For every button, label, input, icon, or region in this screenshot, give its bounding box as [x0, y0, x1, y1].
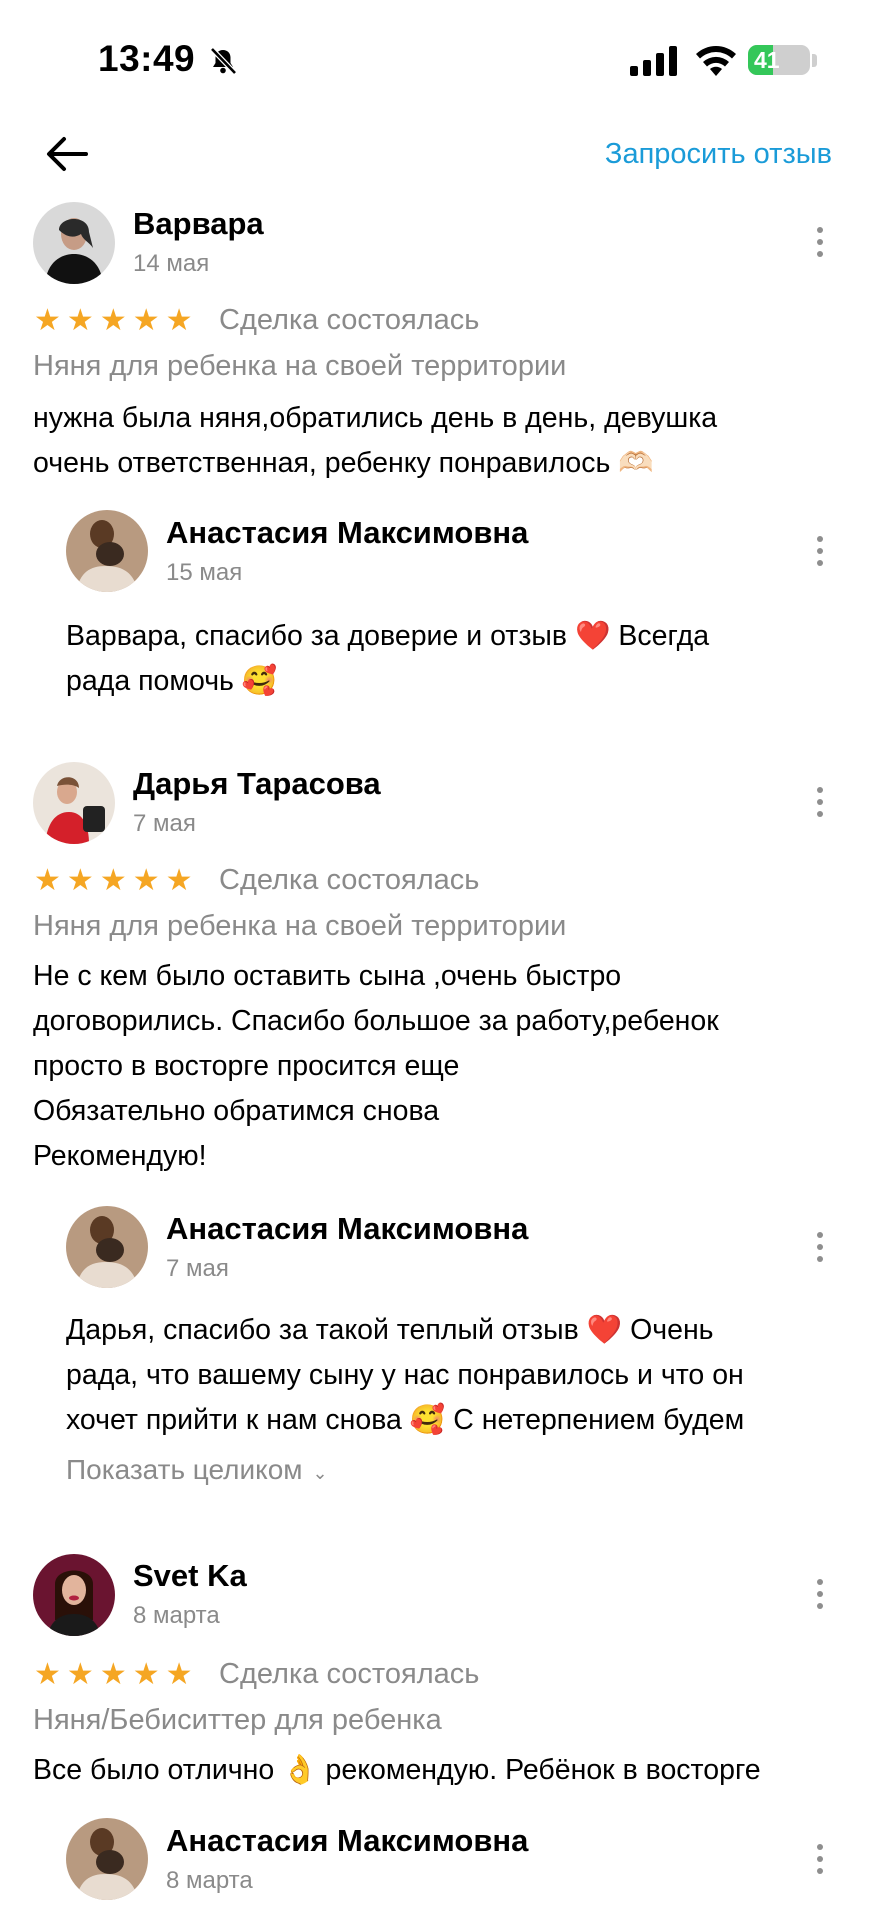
- star-icon: ★: [66, 304, 94, 337]
- star-icon: ★: [132, 864, 160, 897]
- review-text: Все было отлично 👌 рекомендую. Ребёнок в…: [33, 1754, 761, 1786]
- reply-text: Варвара, спасибо за доверие и отзыв ❤️ В…: [66, 620, 710, 697]
- cellular-signal-icon: [630, 46, 677, 76]
- reply-date: 7 мая: [166, 1255, 229, 1282]
- star-icon: ★: [165, 864, 193, 897]
- show-more-button[interactable]: Показать целиком ⌄: [66, 1454, 328, 1486]
- battery-level: 41: [754, 47, 780, 73]
- bell-muted-icon: [210, 47, 237, 75]
- reply-author-name: Анастасия Максимовна: [166, 515, 529, 550]
- reply-date: 8 марта: [166, 1867, 253, 1894]
- more-options-icon[interactable]: [810, 1232, 830, 1272]
- review-date: 8 марта: [133, 1602, 220, 1629]
- reviewer-name: Дарья Тарасова: [133, 766, 381, 801]
- star-icon: ★: [34, 304, 61, 337]
- star-icon: ★: [132, 1658, 160, 1691]
- owner-avatar[interactable]: [66, 510, 148, 592]
- more-options-icon[interactable]: [810, 536, 830, 576]
- review-date: 7 мая: [133, 810, 196, 837]
- avatar[interactable]: [33, 202, 115, 284]
- reply-author-name: Анастасия Максимовна: [166, 1823, 529, 1858]
- deal-status: Сделка состоялась: [219, 304, 480, 336]
- star-icon: ★: [99, 864, 127, 897]
- back-arrow-icon[interactable]: [42, 134, 90, 174]
- reply-author-name: Анастасия Максимовна: [166, 1211, 529, 1246]
- rating-stars: ★ ★ ★ ★ ★: [34, 866, 193, 896]
- show-more-label: Показать целиком: [66, 1454, 303, 1485]
- service-name: Няня для ребенка на своей территории: [33, 910, 567, 942]
- reviewer-name: Варвара: [133, 206, 264, 241]
- owner-avatar[interactable]: [66, 1818, 148, 1900]
- more-options-icon[interactable]: [810, 1844, 830, 1884]
- more-options-icon[interactable]: [810, 1579, 830, 1619]
- star-icon: ★: [99, 304, 127, 337]
- reply-date: 15 мая: [166, 559, 243, 586]
- review-date: 14 мая: [133, 250, 210, 277]
- owner-avatar[interactable]: [66, 1206, 148, 1288]
- more-options-icon[interactable]: [810, 227, 830, 267]
- rating-stars: ★ ★ ★ ★ ★: [34, 306, 193, 336]
- avatar[interactable]: [33, 762, 115, 844]
- avatar[interactable]: [33, 1554, 115, 1636]
- wifi-icon: [696, 46, 736, 76]
- star-icon: ★: [165, 304, 193, 337]
- status-time: 13:49: [98, 38, 196, 79]
- review-text: Не с кем было оставить сына ,очень быстр…: [33, 960, 719, 1172]
- reply-text: Дарья, спасибо за такой теплый отзыв ❤️ …: [66, 1314, 745, 1436]
- battery-cap: [812, 54, 817, 67]
- reviewer-name: Svet Ka: [133, 1558, 247, 1593]
- star-icon: ★: [66, 1658, 94, 1691]
- service-name: Няня/Бебиситтер для ребенка: [33, 1704, 442, 1736]
- review-text: нужна была няня,обратились день в день, …: [33, 402, 718, 479]
- deal-status: Сделка состоялась: [219, 864, 480, 896]
- star-icon: ★: [132, 304, 160, 337]
- star-icon: ★: [165, 1658, 193, 1691]
- service-name: Няня для ребенка на своей территории: [33, 350, 567, 382]
- battery-indicator: 41: [748, 45, 810, 75]
- deal-status: Сделка состоялась: [219, 1658, 480, 1690]
- star-icon: ★: [66, 864, 94, 897]
- request-review-link[interactable]: Запросить отзыв: [605, 138, 832, 171]
- star-icon: ★: [99, 1658, 127, 1691]
- more-options-icon[interactable]: [810, 787, 830, 827]
- rating-stars: ★ ★ ★ ★ ★: [34, 1660, 193, 1690]
- star-icon: ★: [34, 1658, 61, 1691]
- chevron-down-icon: ⌄: [312, 1463, 328, 1483]
- star-icon: ★: [34, 864, 61, 897]
